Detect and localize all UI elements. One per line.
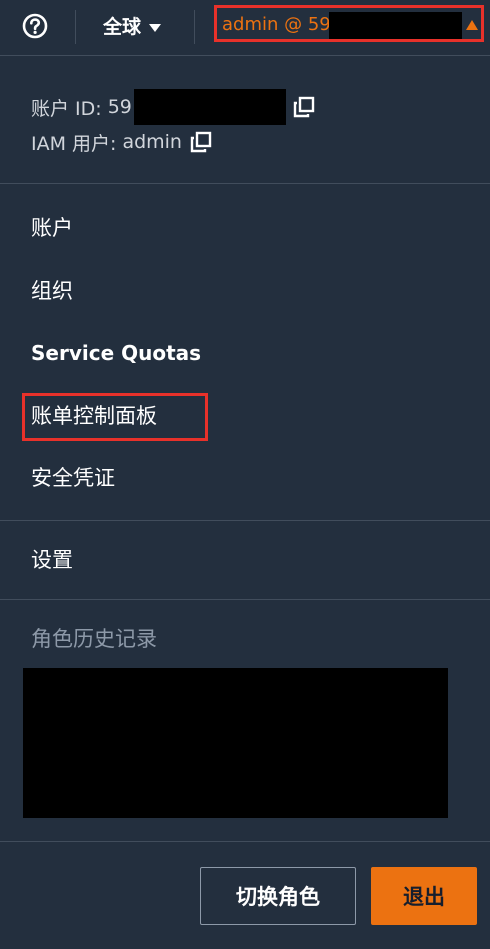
menu-item-service-quotas[interactable]: Service Quotas bbox=[31, 338, 201, 368]
account-menu-label: admin @ 59 bbox=[222, 14, 331, 35]
sign-out-button[interactable]: 退出 bbox=[371, 867, 477, 925]
region-selector[interactable]: 全球 bbox=[103, 13, 162, 41]
redacted-account-number bbox=[329, 12, 462, 39]
iam-user-row: IAM 用户: admin bbox=[31, 128, 212, 156]
region-label: 全球 bbox=[103, 16, 142, 38]
account-id-label: 账户 ID: bbox=[31, 97, 102, 120]
redacted-role-history bbox=[23, 668, 448, 818]
copy-iam-user-icon[interactable] bbox=[190, 131, 212, 153]
switch-role-button[interactable]: 切换角色 bbox=[200, 867, 356, 925]
redacted-account-id bbox=[133, 89, 286, 125]
section-divider bbox=[0, 520, 490, 521]
toolbar-divider bbox=[75, 10, 76, 44]
account-menu-panel: 全球 admin @ 59 账户 ID: 59 IAM 用户: admin 账户… bbox=[0, 0, 490, 949]
caret-down-icon bbox=[149, 24, 162, 32]
menu-item-billing-dashboard[interactable]: 账单控制面板 bbox=[31, 401, 157, 431]
account-menu-button[interactable]: admin @ 59 bbox=[214, 5, 484, 42]
section-divider bbox=[0, 183, 490, 184]
iam-user-label: IAM 用户: bbox=[31, 132, 117, 155]
menu-item-organization[interactable]: 组织 bbox=[31, 276, 73, 306]
account-id-row: 账户 ID: 59 bbox=[31, 89, 315, 125]
menu-footer: 切换角色 退出 bbox=[0, 841, 490, 949]
copy-account-id-icon[interactable] bbox=[293, 96, 315, 118]
role-history-heading: 角色历史记录 bbox=[31, 627, 157, 651]
account-id-prefix: 59 bbox=[107, 96, 132, 118]
menu-item-account[interactable]: 账户 bbox=[31, 213, 73, 243]
top-navigation-bar: 全球 admin @ 59 bbox=[0, 0, 490, 56]
menu-item-settings[interactable]: 设置 bbox=[31, 545, 73, 575]
toolbar-divider bbox=[194, 10, 195, 44]
section-divider bbox=[0, 599, 490, 600]
help-circle-icon[interactable] bbox=[22, 13, 48, 39]
iam-user-value: admin bbox=[122, 131, 182, 153]
menu-item-security-credentials[interactable]: 安全凭证 bbox=[31, 463, 115, 493]
caret-up-icon bbox=[466, 20, 478, 30]
